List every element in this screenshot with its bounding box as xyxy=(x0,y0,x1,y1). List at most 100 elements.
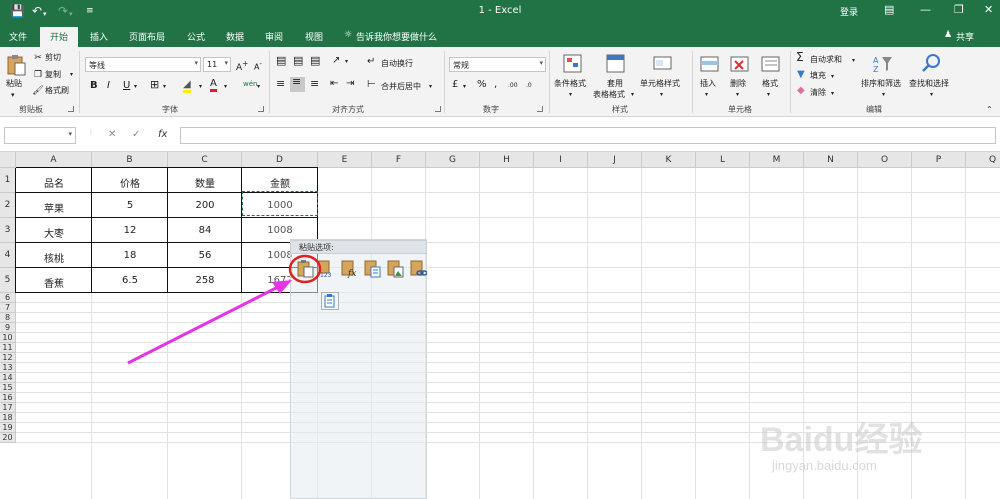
row-header-11[interactable]: 11 xyxy=(0,343,16,353)
font-launcher-icon[interactable] xyxy=(258,106,264,112)
conditional-formatting-button[interactable]: 条件格式 xyxy=(554,79,586,89)
find-select-dropdown-icon[interactable]: ▾ xyxy=(930,90,933,100)
merge-dropdown-icon[interactable]: ▾ xyxy=(429,82,432,92)
autosum-button[interactable]: 自动求和 xyxy=(810,55,842,65)
delete-button[interactable]: 删除 xyxy=(730,79,746,89)
row-header-14[interactable]: 14 xyxy=(0,373,16,383)
sort-filter-dropdown-icon[interactable]: ▾ xyxy=(882,90,885,100)
share-button[interactable]: 共享 xyxy=(956,30,974,43)
percent-icon[interactable]: % xyxy=(477,80,487,90)
cell-styles-icon[interactable] xyxy=(652,53,674,75)
tell-me-search[interactable]: 告诉我你想要做什么 xyxy=(356,30,437,43)
row-header-5[interactable]: 5 xyxy=(0,268,16,293)
cut-button[interactable]: 剪切 xyxy=(45,53,61,63)
phonetic-dropdown-icon[interactable]: ▾ xyxy=(257,82,260,92)
insert-function-icon[interactable]: fx xyxy=(158,129,167,140)
row-header-3[interactable]: 3 xyxy=(0,218,16,243)
insert-cells-icon[interactable] xyxy=(699,53,721,75)
row-header-15[interactable]: 15 xyxy=(0,383,16,393)
sign-in-link[interactable]: 登录 xyxy=(840,5,858,18)
alignment-launcher-icon[interactable] xyxy=(435,106,441,112)
row-header-9[interactable]: 9 xyxy=(0,323,16,333)
sort-filter-icon[interactable]: A Z xyxy=(872,53,894,75)
column-header-l[interactable]: L xyxy=(696,152,750,168)
conditional-formatting-icon[interactable] xyxy=(562,53,584,75)
cell-styles-button[interactable]: 单元格样式 xyxy=(640,79,680,89)
copy-button[interactable]: 复制 xyxy=(45,70,61,80)
tab-data[interactable]: 数据 xyxy=(226,30,244,43)
table-cell[interactable]: 大枣 xyxy=(16,225,92,240)
clear-dropdown-icon[interactable]: ▾ xyxy=(831,89,834,99)
format-as-table-line1[interactable]: 套用 xyxy=(607,79,623,89)
tab-home[interactable]: 开始 xyxy=(40,27,79,47)
column-header-h[interactable]: H xyxy=(480,152,534,168)
header-cell[interactable]: 数量 xyxy=(168,175,242,190)
minimize-icon[interactable]: — xyxy=(920,3,931,17)
fill-color-dropdown-icon[interactable]: ▾ xyxy=(199,82,202,92)
cell-styles-dropdown-icon[interactable]: ▾ xyxy=(660,90,663,100)
table-cell[interactable]: 香蕉 xyxy=(16,275,92,290)
fill-button[interactable]: 填充 xyxy=(810,71,826,81)
row-header-7[interactable]: 7 xyxy=(0,303,16,313)
fill-color-icon[interactable]: ◢ xyxy=(183,80,191,93)
paste-button[interactable]: 粘贴 xyxy=(6,79,22,89)
tab-review[interactable]: 审阅 xyxy=(265,30,283,43)
insert-button[interactable]: 插入 xyxy=(700,79,716,89)
row-header-20[interactable]: 20 xyxy=(0,433,16,443)
column-header-b[interactable]: B xyxy=(92,152,168,168)
format-dropdown-icon[interactable]: ▾ xyxy=(767,90,770,100)
tab-formulas[interactable]: 公式 xyxy=(187,30,205,43)
table-cell[interactable]: 核桃 xyxy=(16,250,92,265)
tab-file[interactable]: 文件 xyxy=(9,30,27,43)
table-cell[interactable]: 苹果 xyxy=(16,200,92,215)
clear-button[interactable]: 清除 xyxy=(810,88,826,98)
column-header-d[interactable]: D xyxy=(242,152,318,168)
currency-dropdown-icon[interactable]: ▾ xyxy=(463,82,466,92)
row-header-8[interactable]: 8 xyxy=(0,313,16,323)
paste-link-icon[interactable] xyxy=(410,259,427,278)
orientation-dropdown-icon[interactable]: ▾ xyxy=(345,57,348,67)
paste-clipboard-icon[interactable] xyxy=(5,54,27,76)
row-header-17[interactable]: 17 xyxy=(0,403,16,413)
number-launcher-icon[interactable] xyxy=(537,106,543,112)
wrap-text-button[interactable]: 自动换行 xyxy=(381,59,413,69)
increase-indent-icon[interactable]: ⇥ xyxy=(346,79,354,89)
format-cells-icon[interactable] xyxy=(760,53,782,75)
table-cell[interactable]: 18 xyxy=(92,250,168,261)
conditional-dropdown-icon[interactable]: ▾ xyxy=(569,90,572,100)
autosum-dropdown-icon[interactable]: ▾ xyxy=(852,56,855,66)
name-box[interactable]: ▾ xyxy=(4,127,76,144)
currency-icon[interactable]: £ xyxy=(452,80,458,90)
decrease-font-icon[interactable]: A- xyxy=(254,59,262,73)
paste-picture-icon[interactable] xyxy=(387,259,404,278)
format-button[interactable]: 格式 xyxy=(762,79,778,89)
table-cell[interactable]: 1008 xyxy=(242,225,318,236)
column-header-n[interactable]: N xyxy=(804,152,858,168)
column-header-g[interactable]: G xyxy=(426,152,480,168)
align-right-icon[interactable]: ≡ xyxy=(310,78,319,89)
merge-center-button[interactable]: 合并后居中 xyxy=(381,82,421,92)
row-header-18[interactable]: 18 xyxy=(0,413,16,423)
underline-dropdown-icon[interactable]: ▾ xyxy=(134,82,137,92)
font-name-select[interactable]: 等线 ▾ xyxy=(85,57,201,72)
row-header-6[interactable]: 6 xyxy=(0,293,16,303)
column-header-o[interactable]: O xyxy=(858,152,912,168)
fill-dropdown-icon[interactable]: ▾ xyxy=(831,72,834,82)
table-cell[interactable]: 5 xyxy=(92,200,168,211)
paste-dropdown-icon[interactable]: ▾ xyxy=(11,90,15,100)
row-header-4[interactable]: 4 xyxy=(0,243,16,268)
italic-button[interactable]: I xyxy=(107,81,110,91)
select-all-corner[interactable] xyxy=(0,152,16,168)
close-icon[interactable]: ✕ xyxy=(984,3,993,17)
orientation-icon[interactable]: ↗ xyxy=(332,56,340,66)
middle-align-icon[interactable]: ▤ xyxy=(293,55,303,66)
column-header-m[interactable]: M xyxy=(750,152,804,168)
bottom-align-icon[interactable]: ▤ xyxy=(310,55,320,66)
format-as-table-line2[interactable]: 表格格式 xyxy=(593,90,625,100)
column-header-j[interactable]: J xyxy=(588,152,642,168)
delete-cells-icon[interactable] xyxy=(729,53,751,75)
column-header-c[interactable]: C xyxy=(168,152,242,168)
row-header-13[interactable]: 13 xyxy=(0,363,16,373)
row-header-10[interactable]: 10 xyxy=(0,333,16,343)
row-header-19[interactable]: 19 xyxy=(0,423,16,433)
